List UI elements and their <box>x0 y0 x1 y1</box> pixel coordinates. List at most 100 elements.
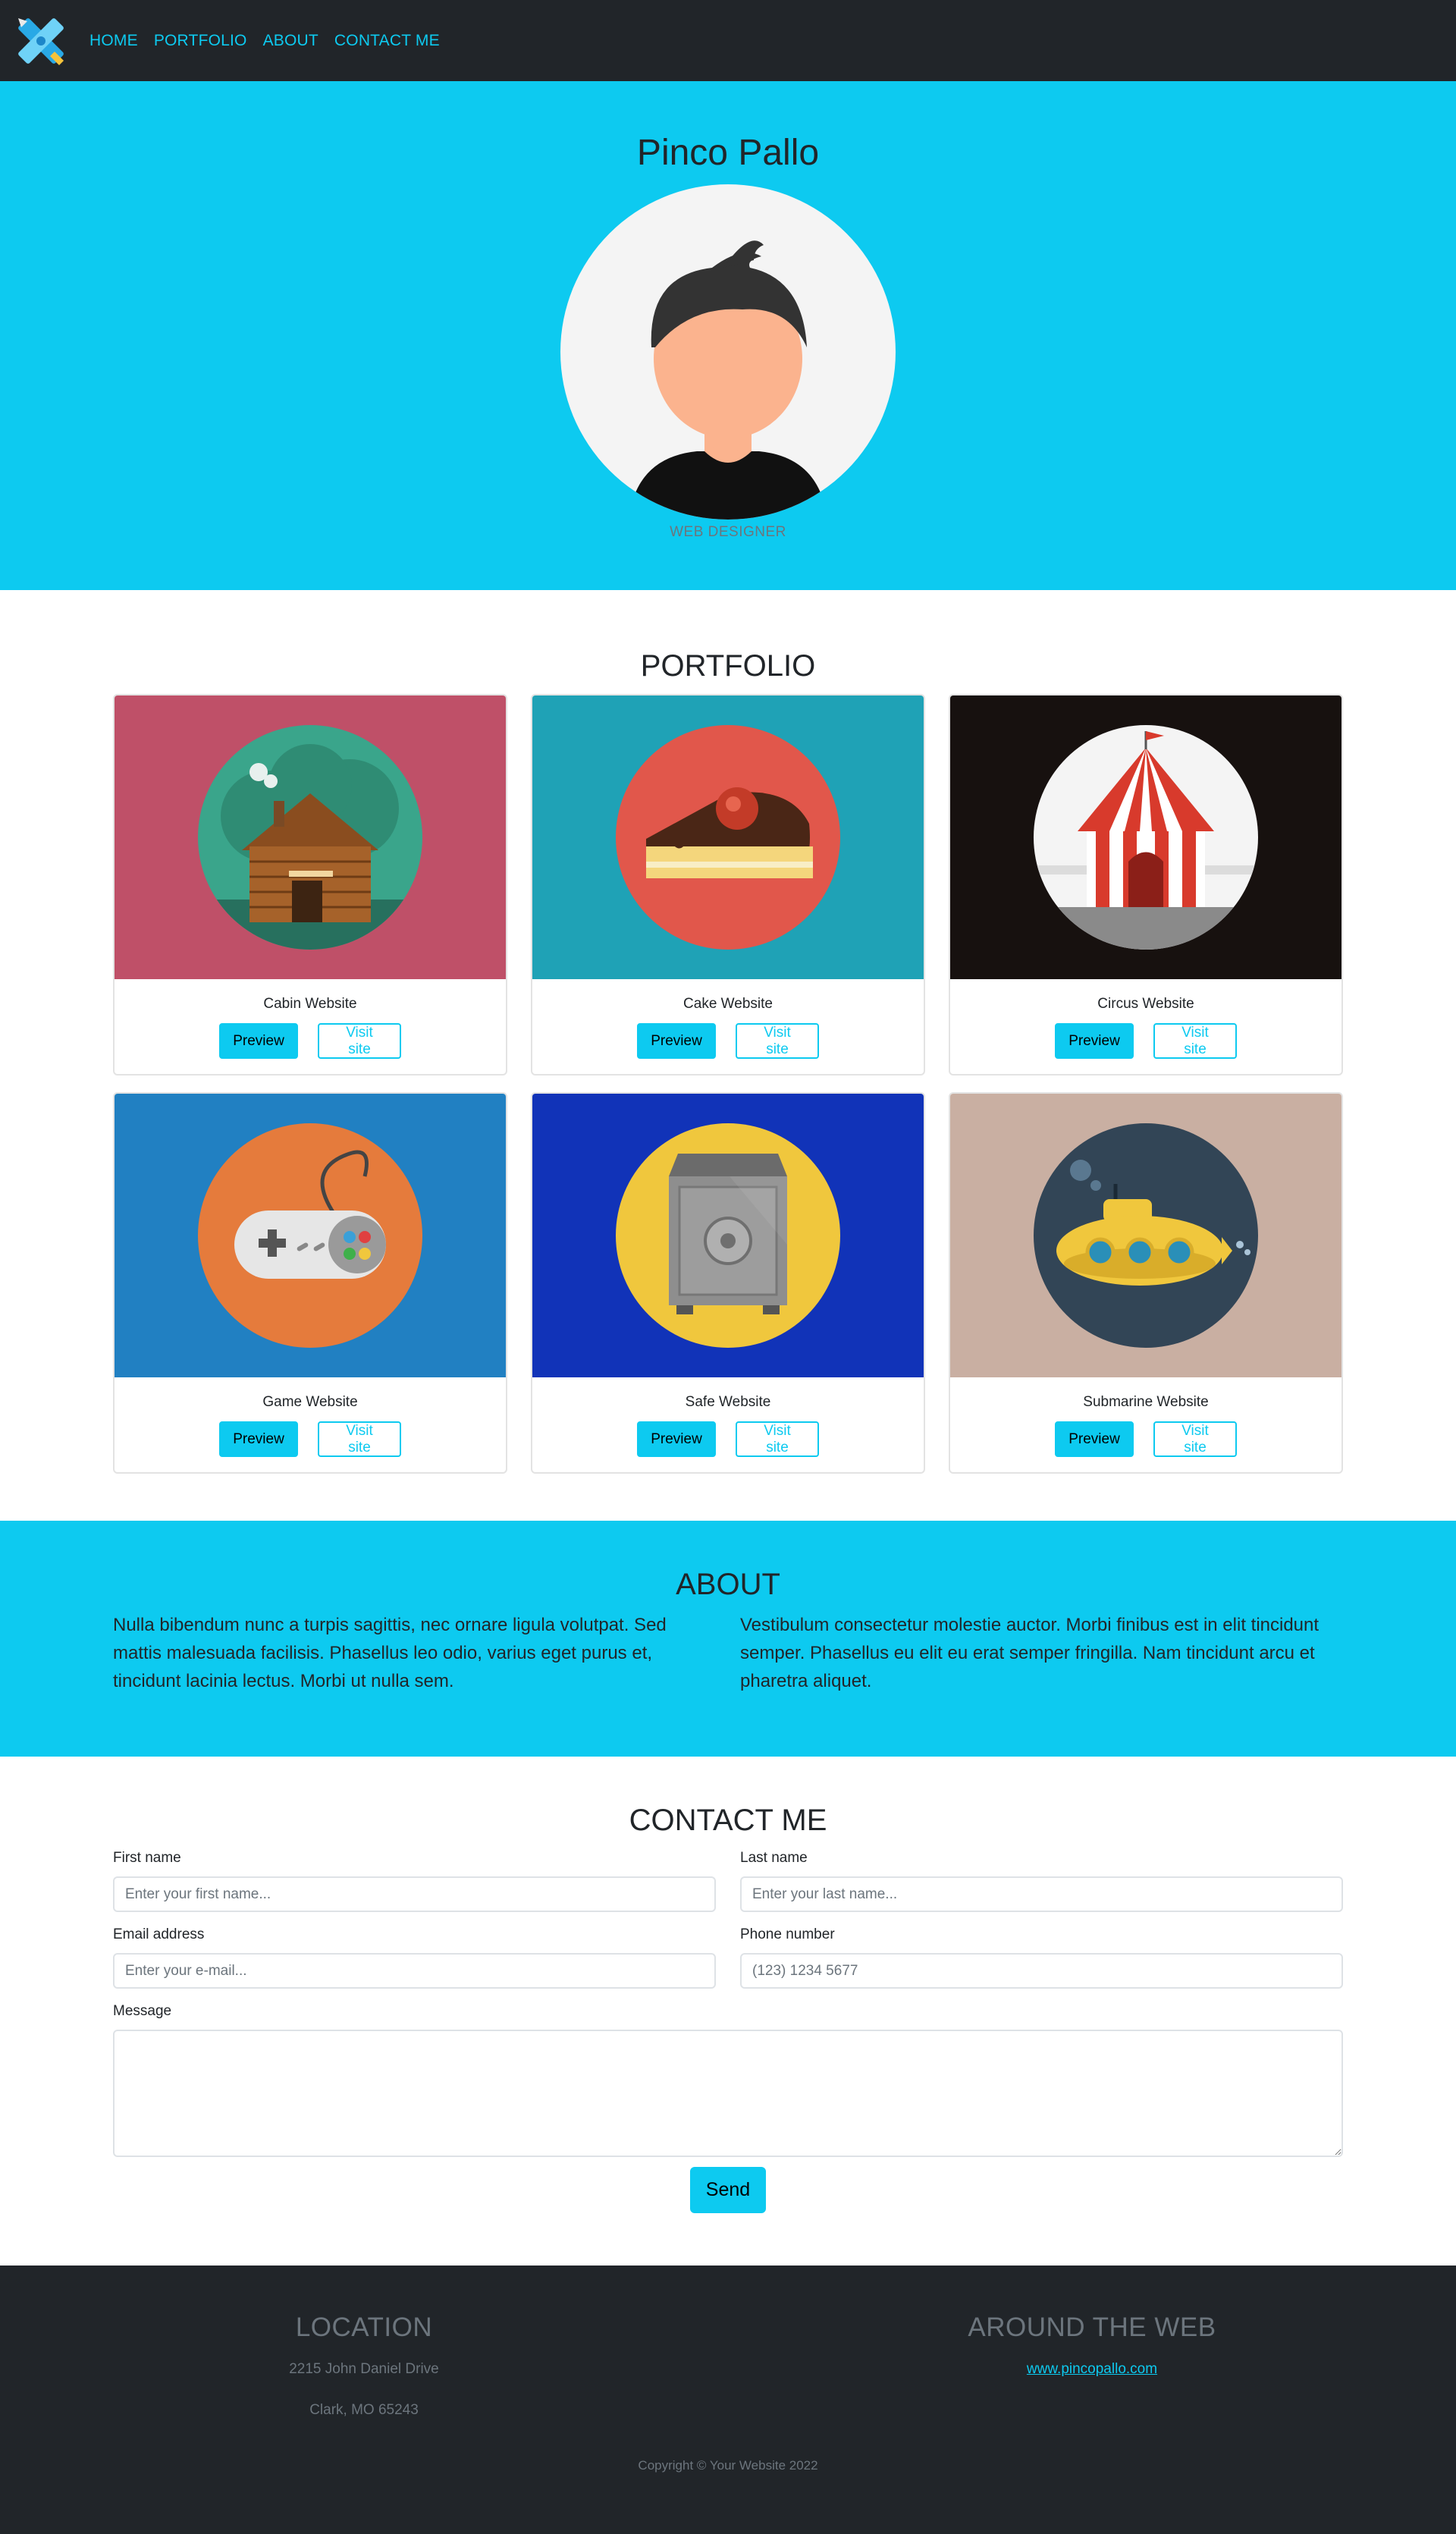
visit-site-button[interactable]: Visit site <box>736 1023 819 1059</box>
nav-links: HOME PORTFOLIO ABOUT CONTACT ME <box>89 32 456 50</box>
message-group: Message <box>113 2003 1343 2161</box>
visit-site-button[interactable]: Visit site <box>318 1421 401 1457</box>
card-body: Cabin Website Preview Visit site <box>115 996 506 1059</box>
preview-button[interactable]: Preview <box>637 1023 716 1059</box>
send-button[interactable]: Send <box>690 2167 766 2213</box>
card-buttons: Preview Visit site <box>115 1023 506 1059</box>
hero-name: Pinco Pallo <box>636 133 820 173</box>
navbar: HOME PORTFOLIO ABOUT CONTACT ME <box>0 0 1456 81</box>
hero-section: Pinco Pallo WEB DESIGNER <box>0 81 1456 590</box>
visit-site-button[interactable]: Visit site <box>318 1023 401 1059</box>
phone-input[interactable] <box>740 1953 1343 1989</box>
card-body: Cake Website Preview Visit site <box>532 996 924 1059</box>
hero-subtitle: WEB DESIGNER <box>670 523 786 540</box>
footer-columns: LOCATION 2215 John Daniel Drive Clark, M… <box>0 2313 1456 2419</box>
card-title: Cabin Website <box>263 996 357 1012</box>
card-title: Circus Website <box>1097 996 1194 1012</box>
card-image <box>532 1094 924 1377</box>
person-avatar-icon <box>560 184 896 520</box>
visit-site-button[interactable]: Visit site <box>736 1421 819 1457</box>
card-title: Submarine Website <box>1083 1394 1209 1410</box>
portfolio-section: PORTFOLIO Cabin Website Preview Visit si… <box>0 590 1456 1521</box>
card-title: Cake Website <box>683 996 773 1012</box>
email-input[interactable] <box>113 1953 716 1989</box>
card-body: Submarine Website Preview Visit site <box>950 1394 1341 1457</box>
about-columns: Nulla bibendum nunc a turpis sagittis, n… <box>113 1611 1343 1695</box>
around-the-web-title: AROUND THE WEB <box>968 2313 1216 2342</box>
card-buttons: Preview Visit site <box>532 1421 924 1457</box>
website-link[interactable]: www.pincopallo.com <box>1027 2361 1157 2378</box>
nav-portfolio-link[interactable]: PORTFOLIO <box>154 32 247 50</box>
last-name-label: Last name <box>740 1850 808 1866</box>
send-wrap: Send <box>113 2167 1343 2213</box>
message-label: Message <box>113 2003 172 2019</box>
preview-button[interactable]: Preview <box>1055 1023 1134 1059</box>
preview-button[interactable]: Preview <box>637 1421 716 1457</box>
portfolio-grid: Cabin Website Preview Visit site Cake We… <box>113 694 1343 1474</box>
visit-site-button[interactable]: Visit site <box>1153 1421 1237 1457</box>
footer: LOCATION 2215 John Daniel Drive Clark, M… <box>0 2266 1456 2534</box>
nav-home-link[interactable]: HOME <box>89 32 138 50</box>
preview-button[interactable]: Preview <box>219 1023 298 1059</box>
form-row-contact: Email address Phone number <box>113 1926 1343 1989</box>
portfolio-card: Game Website Preview Visit site <box>113 1092 507 1474</box>
card-buttons: Preview Visit site <box>950 1023 1341 1059</box>
visit-site-button[interactable]: Visit site <box>1153 1023 1237 1059</box>
preview-button[interactable]: Preview <box>219 1421 298 1457</box>
last-name-group: Last name <box>740 1850 1343 1912</box>
card-body: Safe Website Preview Visit site <box>532 1394 924 1457</box>
card-image <box>532 696 924 979</box>
first-name-group: First name <box>113 1850 716 1912</box>
location-title: LOCATION <box>295 2313 433 2342</box>
first-name-label: First name <box>113 1850 181 1866</box>
footer-location: LOCATION 2215 John Daniel Drive Clark, M… <box>0 2313 728 2419</box>
form-row-names: First name Last name <box>113 1850 1343 1912</box>
contact-title: CONTACT ME <box>629 1804 827 1837</box>
log-cabin-icon <box>198 725 422 950</box>
email-label: Email address <box>113 1926 205 1942</box>
email-group: Email address <box>113 1926 716 1989</box>
card-title: Safe Website <box>685 1394 771 1410</box>
portfolio-card: Cabin Website Preview Visit site <box>113 694 507 1075</box>
card-image <box>115 696 506 979</box>
first-name-input[interactable] <box>113 1876 716 1912</box>
about-title: ABOUT <box>676 1568 780 1601</box>
last-name-input[interactable] <box>740 1876 1343 1912</box>
footer-web: AROUND THE WEB www.pincopallo.com <box>728 2313 1456 2419</box>
card-image <box>115 1094 506 1377</box>
card-body: Game Website Preview Visit site <box>115 1394 506 1457</box>
copyright: Copyright © Your Website 2022 <box>638 2458 818 2473</box>
card-buttons: Preview Visit site <box>115 1421 506 1457</box>
safe-icon <box>616 1123 840 1348</box>
design-tools-icon[interactable] <box>11 11 71 71</box>
phone-group: Phone number <box>740 1926 1343 1989</box>
avatar <box>560 184 896 520</box>
card-image <box>950 1094 1341 1377</box>
about-text-right: Vestibulum consectetur molestie auctor. … <box>740 1615 1320 1691</box>
portfolio-card: Submarine Website Preview Visit site <box>949 1092 1343 1474</box>
game-controller-icon <box>198 1123 422 1348</box>
portfolio-title: PORTFOLIO <box>640 649 816 683</box>
about-section: ABOUT Nulla bibendum nunc a turpis sagit… <box>0 1521 1456 1757</box>
contact-section: CONTACT ME First name Last name Email ad… <box>0 1757 1456 2266</box>
card-body: Circus Website Preview Visit site <box>950 996 1341 1059</box>
contact-form: First name Last name Email address Phone… <box>113 1850 1343 2213</box>
address-line-2: Clark, MO 65243 <box>309 2402 419 2418</box>
phone-label: Phone number <box>740 1926 835 1942</box>
portfolio-card: Cake Website Preview Visit site <box>531 694 925 1075</box>
submarine-icon <box>1034 1123 1258 1348</box>
card-buttons: Preview Visit site <box>532 1023 924 1059</box>
card-image <box>950 696 1341 979</box>
message-textarea[interactable] <box>113 2030 1343 2157</box>
card-buttons: Preview Visit site <box>950 1421 1341 1457</box>
portfolio-card: Safe Website Preview Visit site <box>531 1092 925 1474</box>
preview-button[interactable]: Preview <box>1055 1421 1134 1457</box>
cake-slice-icon <box>616 725 840 950</box>
nav-contact-link[interactable]: CONTACT ME <box>334 32 440 50</box>
portfolio-card: Circus Website Preview Visit site <box>949 694 1343 1075</box>
circus-tent-icon <box>1034 725 1258 950</box>
about-text-left: Nulla bibendum nunc a turpis sagittis, n… <box>113 1615 667 1691</box>
card-title: Game Website <box>262 1394 358 1410</box>
nav-about-link[interactable]: ABOUT <box>263 32 318 50</box>
address-line-1: 2215 John Daniel Drive <box>289 2361 439 2377</box>
